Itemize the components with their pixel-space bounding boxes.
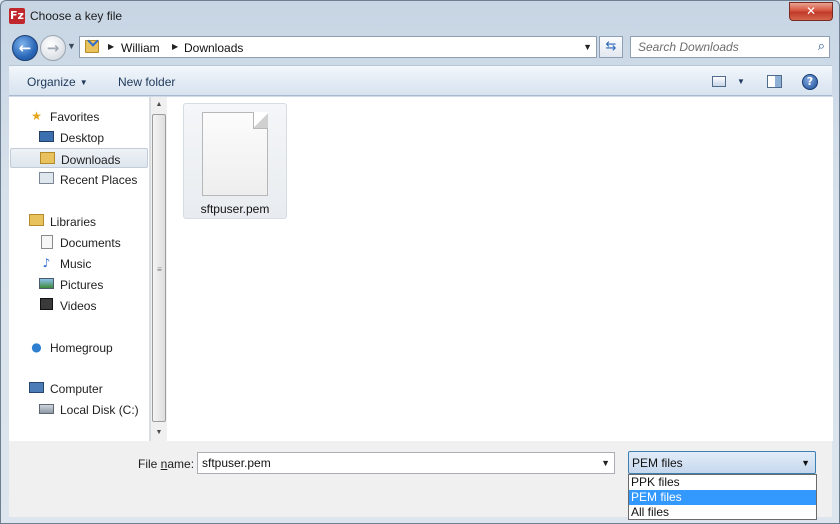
window-title: Choose a key file (30, 9, 123, 23)
downloads-folder-icon (40, 152, 55, 164)
nav-libraries[interactable]: Libraries (9, 211, 148, 231)
nav-favorites[interactable]: ★ Favorites (9, 106, 148, 126)
title-bar: Fz Choose a key file ✕ (1, 1, 839, 31)
film-strip-icon (40, 298, 53, 310)
arrow-left-icon: ← (18, 39, 32, 57)
breadcrumb-chevron-icon[interactable]: ▶ (172, 42, 178, 51)
nav-item-label: Local Disk (C:) (60, 403, 139, 417)
nav-item-documents[interactable]: Documents (9, 232, 148, 252)
nav-item-local-disk[interactable]: Local Disk (C:) (9, 399, 148, 419)
command-bar: Organize ▼ New folder ▼ ? (9, 65, 832, 96)
nav-item-videos[interactable]: Videos (9, 295, 148, 315)
nav-computer-label: Computer (50, 382, 103, 396)
file-name-label: sftpuser.pem (200, 202, 270, 216)
dialog-window: Fz Choose a key file ✕ ← → ▼ ▶ William ▶… (0, 0, 840, 524)
back-button[interactable]: ← (12, 35, 38, 61)
breadcrumb-william[interactable]: William (121, 41, 160, 55)
file-type-selected: PEM files (632, 456, 683, 470)
nav-favorites-label: Favorites (50, 110, 100, 124)
file-type-option-ppk[interactable]: PPK files (629, 475, 816, 490)
nav-item-desktop[interactable]: Desktop (9, 127, 148, 147)
forward-button[interactable]: → (40, 35, 66, 61)
libraries-icon (29, 214, 44, 226)
breadcrumb-downloads[interactable]: Downloads (184, 41, 243, 55)
desktop-icon (39, 131, 54, 142)
homegroup-icon: ● (31, 340, 42, 354)
view-options-caret-icon[interactable]: ▼ (737, 77, 745, 86)
nav-item-label: Recent Places (60, 173, 138, 187)
nav-homegroup[interactable]: ● Homegroup (9, 337, 148, 357)
file-type-dropdown-icon[interactable]: ▼ (801, 458, 810, 468)
file-name-input[interactable] (198, 453, 594, 473)
search-icon[interactable]: ⌕ (818, 39, 825, 55)
documents-icon (41, 235, 53, 249)
scroll-down-icon[interactable]: ▼ (151, 425, 167, 441)
file-name-label-part: ame: (167, 457, 195, 471)
nav-item-label: Downloads (61, 153, 121, 167)
file-type-select[interactable]: PEM files ▼ (628, 451, 816, 474)
file-name-combo[interactable]: ▼ (197, 452, 615, 474)
nav-item-pictures[interactable]: Pictures (9, 274, 148, 294)
computer-icon (29, 382, 44, 393)
arrow-right-icon: → (46, 39, 60, 57)
refresh-icon: ⇆ (605, 39, 617, 54)
new-folder-button[interactable]: New folder (118, 75, 175, 89)
file-item[interactable]: sftpuser.pem (183, 103, 287, 219)
nav-item-label: Documents (60, 236, 121, 250)
search-input[interactable] (631, 37, 807, 57)
address-bar[interactable]: ▶ William ▶ Downloads ▼ (79, 36, 597, 58)
star-icon: ★ (31, 109, 42, 123)
file-list-area[interactable]: sftpuser.pem (167, 97, 833, 441)
navigation-pane: ★ Favorites Desktop Downloads Recent Pla… (9, 97, 150, 441)
file-name-label-part: File (138, 457, 161, 471)
close-button[interactable]: ✕ (789, 2, 833, 21)
organize-button[interactable]: Organize ▼ (27, 75, 88, 89)
nav-libraries-label: Libraries (50, 215, 97, 229)
file-name-label: File name: (138, 457, 194, 471)
nav-item-label: Pictures (60, 278, 104, 292)
recent-locations-button[interactable]: ▼ (67, 41, 76, 51)
grip-icon: ≡ (157, 265, 162, 274)
file-type-dropdown-list: PPK files PEM files All files (628, 474, 817, 520)
nav-item-downloads[interactable]: Downloads (10, 148, 148, 168)
chevron-down-icon: ▼ (67, 41, 76, 51)
refresh-button[interactable]: ⇆ (599, 36, 623, 58)
preview-pane-icon[interactable] (767, 75, 782, 88)
file-type-option-all[interactable]: All files (629, 505, 816, 520)
scroll-up-icon[interactable]: ▲ (151, 97, 167, 113)
hard-drive-icon (39, 404, 54, 414)
search-box[interactable]: ⌕ (630, 36, 830, 58)
nav-homegroup-label: Homegroup (50, 341, 113, 355)
pictures-icon (39, 278, 54, 289)
nav-item-label: Desktop (60, 131, 105, 145)
nav-computer[interactable]: Computer (9, 378, 148, 398)
change-view-icon[interactable] (712, 76, 726, 87)
nav-item-label: Videos (60, 299, 97, 313)
help-icon[interactable]: ? (802, 74, 818, 90)
nav-item-recent-places[interactable]: Recent Places (9, 169, 148, 189)
file-type-option-pem[interactable]: PEM files (629, 490, 816, 505)
document-fold (253, 112, 268, 129)
address-dropdown-icon[interactable]: ▼ (583, 42, 592, 52)
recent-places-icon (39, 172, 54, 184)
caret-down-icon: ▼ (79, 78, 88, 87)
file-name-dropdown-icon[interactable]: ▼ (601, 458, 610, 468)
organize-label: Organize (27, 75, 76, 89)
scrollbar-thumb[interactable]: ≡ (152, 114, 166, 422)
nav-item-label: Music (60, 257, 92, 271)
filezilla-app-icon: Fz (9, 8, 25, 24)
music-note-icon: ♪ (42, 256, 51, 270)
nav-item-music[interactable]: ♪ Music (9, 253, 148, 273)
breadcrumb-chevron-icon[interactable]: ▶ (108, 42, 114, 51)
navigation-pane-scrollbar[interactable]: ▲ ≡ ▼ (150, 97, 167, 441)
folder-icon (85, 40, 99, 53)
